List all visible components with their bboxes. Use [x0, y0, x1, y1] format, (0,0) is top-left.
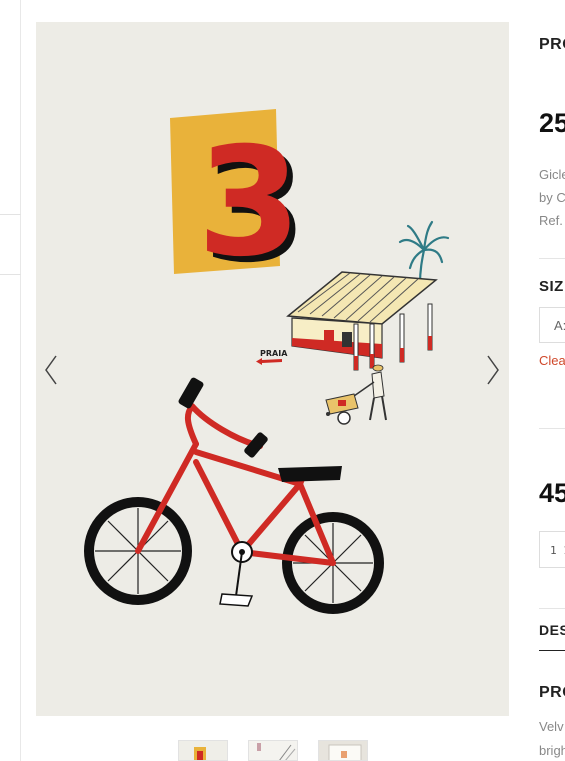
section-body-line: Velv [539, 719, 564, 734]
divider [539, 608, 565, 609]
product-title: PRO [539, 36, 565, 53]
description-line: Gicle [539, 167, 565, 182]
thumbnail-3[interactable] [318, 740, 368, 761]
divider [539, 258, 565, 259]
sidebar-divider [0, 274, 21, 275]
left-sidebar [0, 0, 21, 761]
number-card: 3 3 [170, 109, 307, 296]
beach-house [286, 271, 438, 371]
thumbnail-1[interactable] [178, 740, 228, 761]
size-select[interactable]: A: [539, 307, 565, 343]
size-label: SIZ [539, 278, 564, 295]
man-with-cart [325, 364, 387, 425]
sign-text: PRAIA [260, 349, 288, 358]
chevron-left-icon[interactable] [40, 352, 62, 388]
description-line: Ref. [539, 213, 563, 228]
product-image-gallery[interactable]: 3 3 PRAIA [36, 22, 509, 716]
product-artwork: 3 3 PRAIA [84, 109, 450, 614]
palm-tree [398, 220, 450, 286]
sidebar-divider [0, 214, 21, 215]
section-title: PRO [539, 684, 565, 701]
section-body-line: brigh [539, 743, 565, 758]
chevron-right-icon[interactable] [482, 352, 504, 388]
divider [539, 428, 565, 429]
product-info-panel: PRO 25 Gicle by C Ref. SIZ A: Clea 45 1 … [539, 0, 565, 761]
artwork-number: 3 [197, 116, 301, 290]
description-line: by C [539, 190, 565, 205]
praia-sign: PRAIA [256, 349, 288, 365]
clear-link[interactable]: Clea [539, 353, 565, 368]
tab-underline [539, 650, 565, 651]
tab-description[interactable]: DES [539, 622, 565, 638]
quantity-input[interactable]: 1 1 [539, 531, 565, 568]
product-price: 25 [539, 108, 565, 138]
thumbnail-2[interactable] [248, 740, 298, 761]
variation-price: 45 [539, 478, 565, 508]
